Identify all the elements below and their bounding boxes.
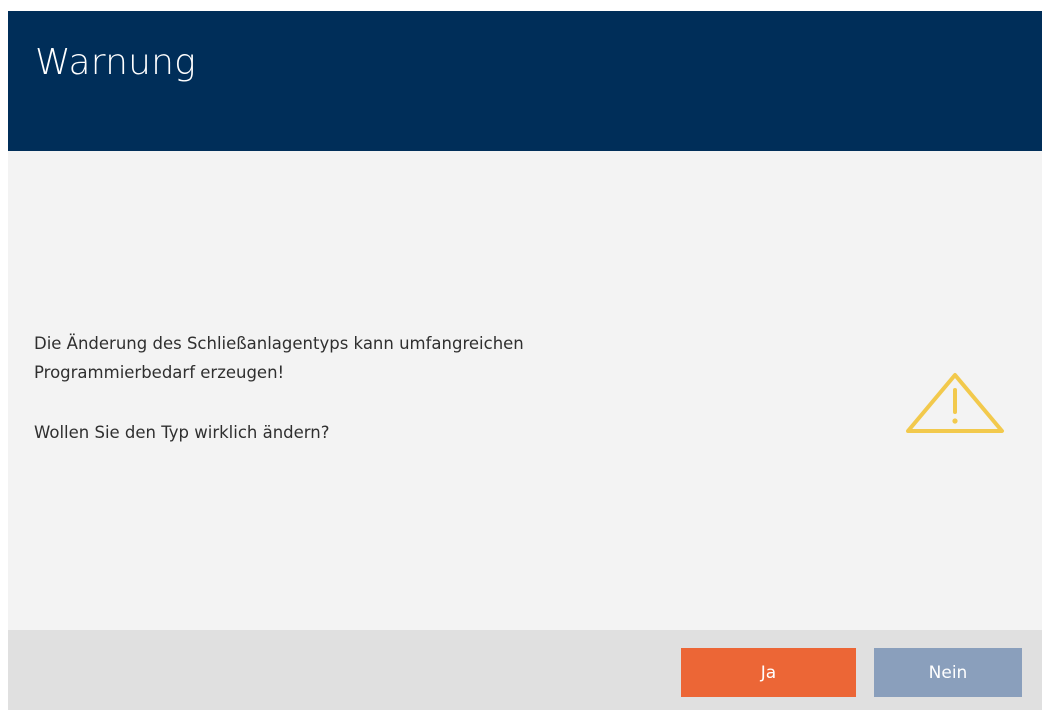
dialog-content: Die Änderung des Schließanlagentyps kann… — [8, 151, 1042, 630]
dialog-title: Warnung — [35, 42, 196, 83]
yes-button[interactable]: Ja — [681, 648, 856, 697]
warning-triangle-icon — [906, 373, 1004, 433]
dialog-header: Warnung — [8, 11, 1042, 151]
warning-dialog: Warnung Die Änderung des Schließanlagent… — [8, 11, 1042, 710]
no-button[interactable]: Nein — [874, 648, 1022, 697]
confirmation-question: Wollen Sie den Typ wirklich ändern? — [34, 423, 330, 442]
dialog-footer: Ja Nein — [8, 630, 1042, 710]
message-line-2: Programmierbedarf erzeugen! — [34, 363, 285, 382]
warning-message: Die Änderung des Schließanlagentyps kann… — [34, 329, 794, 447]
message-line-1: Die Änderung des Schließanlagentyps kann… — [34, 334, 524, 353]
